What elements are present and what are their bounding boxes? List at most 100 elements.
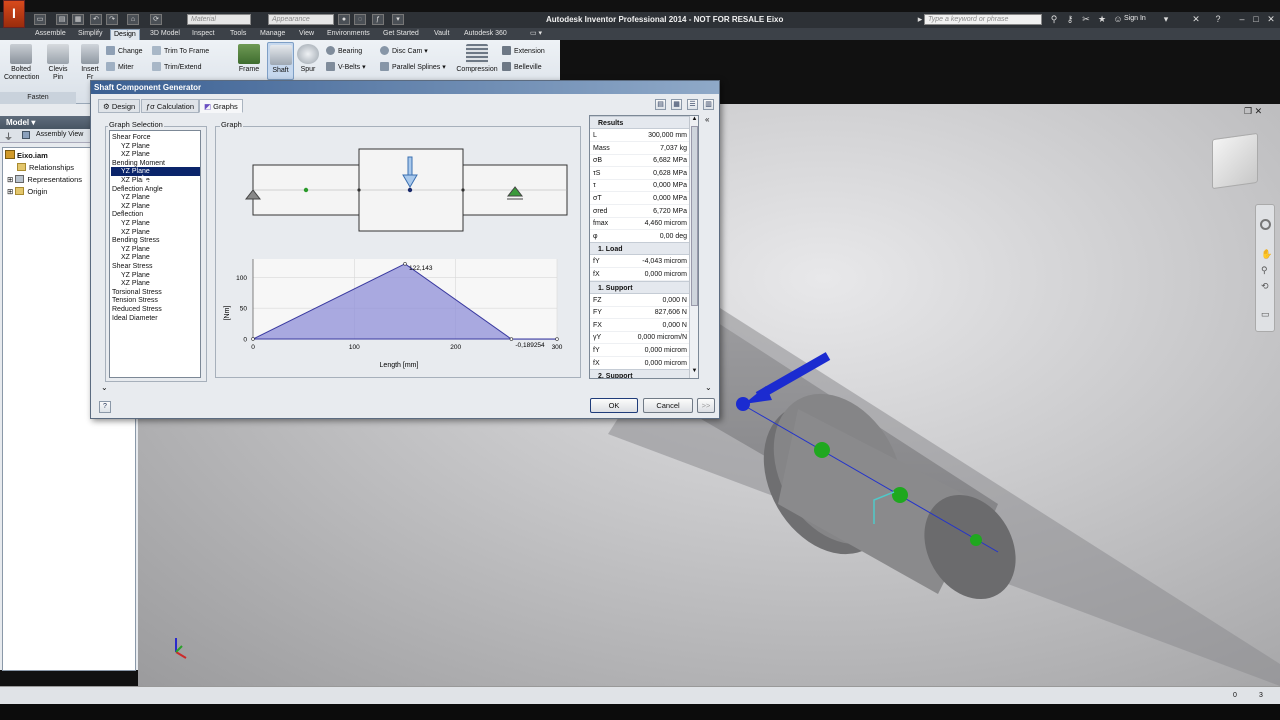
filter-icon[interactable]: ⏚ — [4, 130, 13, 143]
cancel-button[interactable]: Cancel — [643, 398, 693, 413]
steering-wheel-icon[interactable] — [1260, 219, 1271, 230]
shaft-schematic[interactable] — [241, 141, 575, 237]
report-icon[interactable]: ▥ — [703, 99, 714, 110]
tab-graphs[interactable]: ◩ Graphs — [199, 99, 243, 113]
close-icon[interactable]: ✕ — [1265, 14, 1277, 25]
material-select[interactable]: Material — [187, 14, 251, 25]
insert-frame-button[interactable]: Insert Fr — [78, 44, 102, 82]
redo-icon[interactable]: ↷ — [106, 14, 118, 25]
search-input[interactable]: Type a keyword or phrase — [924, 14, 1042, 25]
tab-design[interactable]: Design — [110, 29, 140, 40]
customize-icon[interactable]: ▾ — [392, 14, 404, 25]
user-icon[interactable]: ☺ — [1112, 14, 1124, 25]
minimize-icon[interactable]: – — [1236, 14, 1248, 25]
tab-3d-model[interactable]: 3D Model — [147, 29, 183, 40]
binoculars-icon[interactable]: ⚲ — [1048, 14, 1060, 25]
save-icon[interactable]: ▦ — [72, 14, 84, 25]
expand-icon[interactable]: ⊞ — [7, 187, 13, 196]
tree-item-relationships[interactable]: Relationships — [17, 162, 74, 173]
scroll-thumb[interactable] — [691, 126, 698, 306]
trim-extend-button[interactable]: Trim/Extend — [152, 62, 201, 73]
exchange-icon[interactable]: ✕ — [1190, 14, 1202, 25]
new-icon[interactable]: ▭ — [34, 14, 46, 25]
spur-gear-button[interactable]: Spur — [296, 44, 320, 74]
extension-spring-button[interactable]: Extension — [502, 46, 545, 57]
load-arrow-icon[interactable] — [407, 156, 413, 178]
tools-icon[interactable]: ✂ — [1080, 14, 1092, 25]
results-header[interactable]: Results — [590, 116, 690, 129]
navigation-bar[interactable]: ✋ ⚲ ⟲ ▭ — [1255, 204, 1275, 332]
trim-to-frame-button[interactable]: Trim To Frame — [152, 46, 209, 57]
parallel-splines-button[interactable]: Parallel Splines ▾ — [380, 62, 446, 73]
tab-autodesk-360[interactable]: Autodesk 360 — [461, 29, 510, 40]
belleville-spring-button[interactable]: Belleville — [502, 62, 542, 73]
load-section-header[interactable]: 1. Load — [590, 242, 690, 256]
open-file-icon[interactable]: ▤ — [655, 99, 666, 110]
expand-down-icon[interactable]: ⌄ — [101, 383, 108, 392]
tab-get-started[interactable]: Get Started — [380, 29, 422, 40]
frame-button[interactable]: Frame — [236, 44, 262, 74]
dropdown-icon[interactable]: ▾ — [1160, 14, 1172, 25]
zoom-icon[interactable]: ⚲ — [1261, 265, 1268, 276]
disc-cam-button[interactable]: Disc Cam ▾ — [380, 46, 428, 57]
tab-simplify[interactable]: Simplify — [75, 29, 106, 40]
tab-inspect[interactable]: Inspect — [189, 29, 218, 40]
pan-icon[interactable]: ✋ — [1261, 249, 1272, 260]
ok-button[interactable]: OK — [590, 398, 638, 413]
expand-down-icon[interactable]: ⌄ — [705, 383, 712, 392]
graph-type-item[interactable]: Ideal Diameter — [112, 314, 158, 323]
scroll-up-icon[interactable]: ▲ — [690, 116, 699, 125]
compression-spring-button[interactable]: Compression — [456, 44, 498, 74]
clevis-pin-button[interactable]: Clevis Pin — [44, 44, 72, 82]
tree-root[interactable]: Eixo.iam — [5, 150, 48, 161]
help-icon[interactable]: ? — [1212, 14, 1224, 25]
key-icon[interactable]: ⚷ — [1064, 14, 1076, 25]
sign-in-link[interactable]: Sign In — [1124, 15, 1146, 22]
restore-icon[interactable]: ❐ ✕ — [1244, 106, 1262, 117]
support-marker[interactable] — [814, 442, 830, 458]
assembly-view-dropdown[interactable]: Assembly View — [36, 131, 83, 138]
update-icon[interactable]: ⟳ — [150, 14, 162, 25]
expand-icon[interactable]: ⊞ — [7, 175, 13, 184]
results-panel[interactable]: Results L 300,000 mm Mass 7,037 kg σB 6,682 MP… — [589, 115, 699, 379]
function-icon[interactable]: ƒ — [372, 14, 384, 25]
help-button[interactable]: ? — [99, 401, 111, 413]
bearing-button[interactable]: Bearing — [326, 46, 362, 57]
fasten-panel-label[interactable]: Fasten — [0, 92, 76, 104]
options-icon[interactable]: ☰ — [687, 99, 698, 110]
tree-item-origin[interactable]: ⊞ Origin — [7, 186, 47, 197]
tab-environments[interactable]: Environments — [324, 29, 373, 40]
change-button[interactable]: Change — [106, 46, 143, 57]
color-icon[interactable]: ● — [338, 14, 350, 25]
support-marker[interactable] — [970, 534, 982, 546]
tab-calculation[interactable]: ƒσ Calculation — [141, 99, 199, 113]
support2-section-header[interactable]: 2. Support — [590, 369, 690, 378]
more-button[interactable]: >> — [697, 398, 715, 413]
tab-manage[interactable]: Manage — [257, 29, 288, 40]
ribbon-options-icon[interactable]: ▭ ▾ — [527, 29, 545, 40]
support-section-header[interactable]: 1. Support — [590, 280, 690, 294]
select-icon[interactable]: ⌂ — [127, 14, 139, 25]
miter-button[interactable]: Miter — [106, 62, 134, 73]
star-icon[interactable]: ★ — [1096, 14, 1108, 25]
app-logo[interactable]: I — [3, 0, 25, 28]
clear-icon[interactable]: ◌ — [354, 14, 366, 25]
graph-selection-list[interactable]: Shear Force YZ Plane XZ Plane Bending Momen… — [109, 130, 201, 378]
support-marker[interactable] — [892, 487, 908, 503]
appearance-select[interactable]: Appearance — [268, 14, 334, 25]
look-at-icon[interactable]: ▭ — [1261, 309, 1270, 320]
tab-vault[interactable]: Vault — [431, 29, 452, 40]
scroll-down-icon[interactable]: ▼ — [690, 368, 699, 377]
open-icon[interactable]: ▤ — [56, 14, 68, 25]
viewcube[interactable] — [1212, 132, 1258, 190]
save-file-icon[interactable]: ▦ — [671, 99, 682, 110]
tab-assemble[interactable]: Assemble — [32, 29, 69, 40]
maximize-icon[interactable]: □ — [1250, 14, 1262, 25]
shaft-button[interactable]: Shaft — [267, 42, 294, 80]
undo-icon[interactable]: ↶ — [90, 14, 102, 25]
tab-tools[interactable]: Tools — [227, 29, 249, 40]
orbit-icon[interactable]: ⟲ — [1261, 281, 1269, 292]
tab-design[interactable]: ⚙ Design — [98, 99, 141, 113]
results-scrollbar[interactable]: ▲ ▼ — [689, 116, 698, 378]
bolted-connection-button[interactable]: Bolted Connection — [4, 44, 39, 82]
